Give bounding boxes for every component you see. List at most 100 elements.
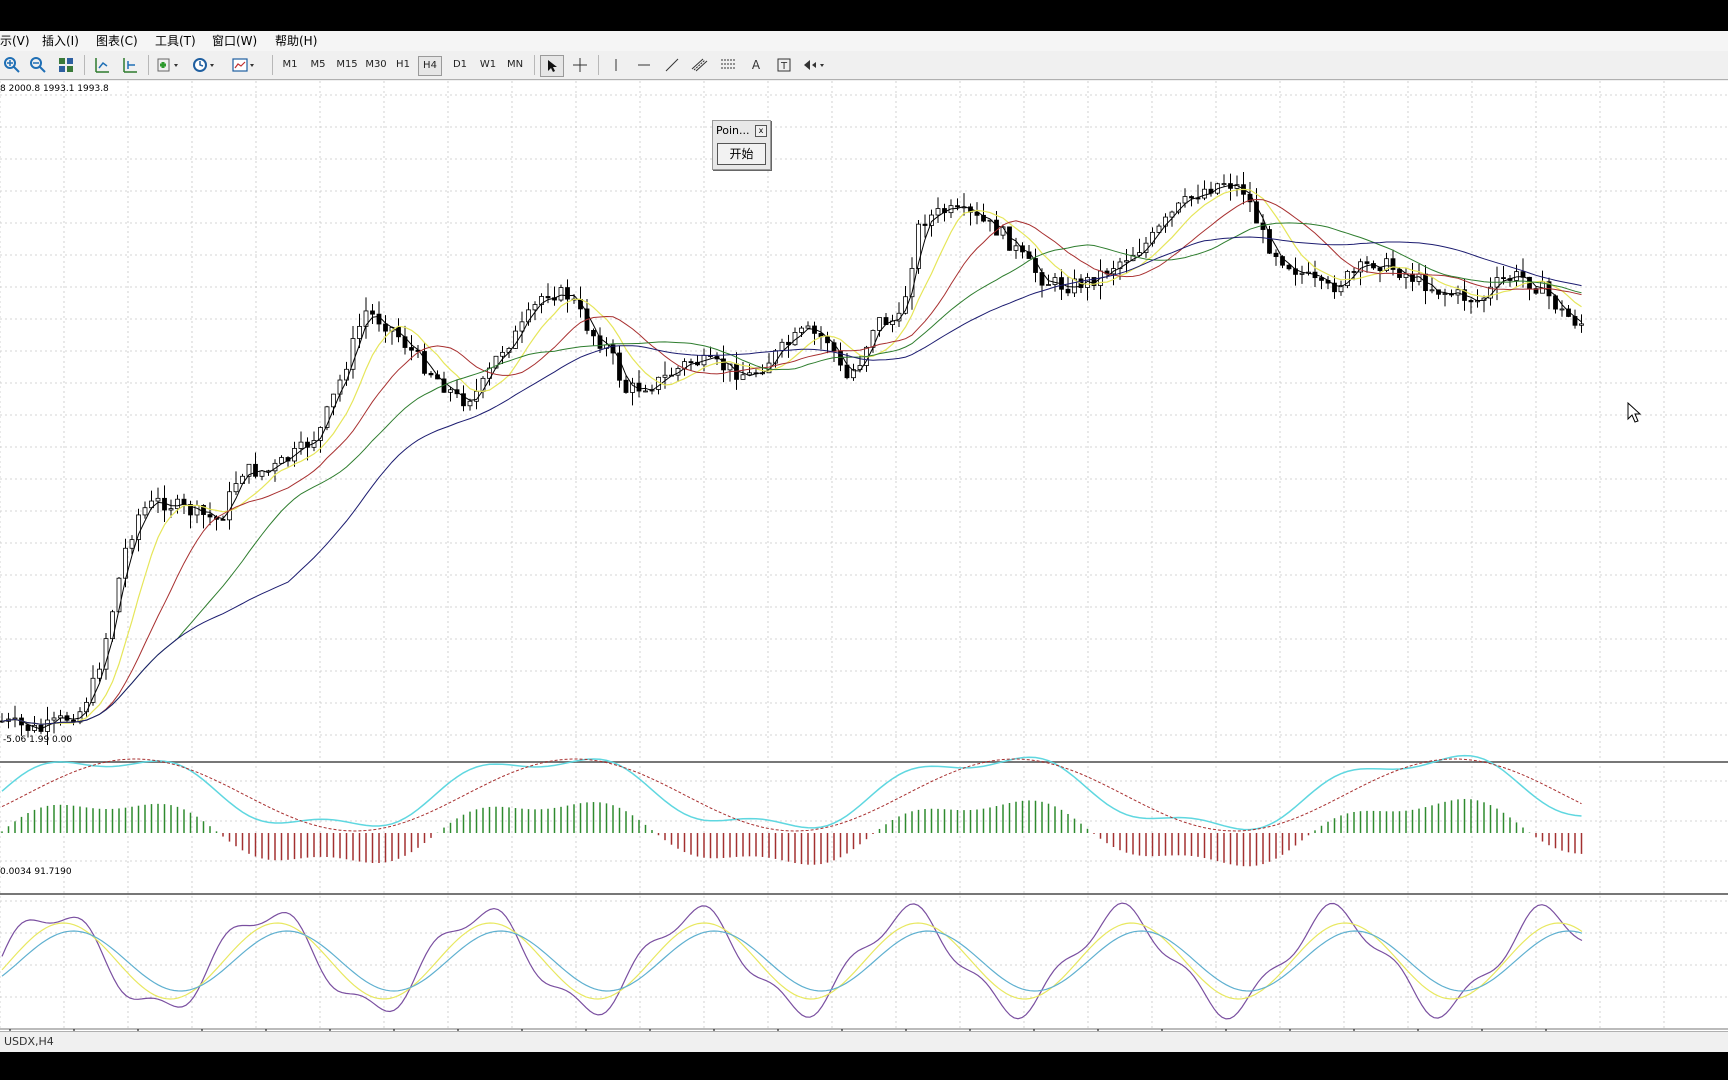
candle-body <box>500 351 505 357</box>
zoom-in-icon[interactable] <box>0 54 24 76</box>
candle-body <box>1013 245 1019 251</box>
trendline-icon[interactable] <box>660 54 684 76</box>
candle-body <box>1351 271 1357 273</box>
candle-body <box>12 717 18 720</box>
candle-body <box>779 341 785 352</box>
candle-body <box>357 325 362 339</box>
timeframe-h1[interactable]: H1 <box>393 56 413 74</box>
candle-body <box>350 338 356 370</box>
terminal-window: 示(V) 插入(I) 图表(C) 工具(T) 窗口(W) 帮助(H) M1 M5… <box>0 31 1728 1052</box>
candle-body <box>1221 183 1227 185</box>
fibonacci-icon[interactable] <box>716 54 740 76</box>
timeframe-w1[interactable]: W1 <box>477 56 499 74</box>
menu-insert[interactable]: 插入(I) <box>42 33 79 49</box>
close-icon[interactable]: x <box>755 125 767 137</box>
candle-body <box>591 329 596 337</box>
timeframe-d1[interactable]: D1 <box>449 56 471 74</box>
candle-body <box>844 364 850 379</box>
templates-icon[interactable] <box>230 54 260 76</box>
candle-body <box>298 441 304 449</box>
chart-shift-icon[interactable] <box>90 54 114 76</box>
timeframe-m5[interactable]: M5 <box>307 56 329 74</box>
ma-green-line <box>1 222 1582 725</box>
candle-body <box>526 309 531 323</box>
ma-navy-line <box>1 236 1582 725</box>
timeframe-h4[interactable]: H4 <box>418 56 442 76</box>
text-tool-icon[interactable]: A <box>744 54 768 76</box>
candle-body <box>155 497 161 502</box>
text-label-icon[interactable]: T <box>772 54 796 76</box>
candle-body <box>1468 300 1474 303</box>
toolbar-separator <box>534 55 535 75</box>
candle-body <box>994 219 999 236</box>
timeframe-m15[interactable]: M15 <box>334 56 360 74</box>
stochastic-main-line <box>1 902 1583 1020</box>
stochastic-slow-line <box>1 930 1583 992</box>
candle-body <box>259 470 265 477</box>
equidistant-channel-icon[interactable] <box>688 54 712 76</box>
toolbar-separator <box>84 55 85 75</box>
timeframe-mn[interactable]: MN <box>503 56 527 74</box>
candle-body <box>103 638 109 670</box>
candle-body <box>168 508 174 511</box>
candle-body <box>428 372 434 376</box>
candle-body <box>877 317 882 331</box>
stochastic-readout: 0.0034 91.7190 <box>0 867 72 877</box>
candle-body <box>623 379 629 393</box>
menu-view[interactable]: 示(V) <box>0 33 30 49</box>
candle-body <box>688 361 694 364</box>
candle-body <box>519 321 525 332</box>
zoom-out-icon[interactable] <box>26 54 50 76</box>
tile-windows-icon[interactable] <box>54 54 78 76</box>
timeframe-m1[interactable]: M1 <box>279 56 301 74</box>
indicators-icon[interactable] <box>154 54 184 76</box>
candle-body <box>194 505 200 516</box>
candle-body <box>376 313 382 325</box>
menu-charts[interactable]: 图表(C) <box>96 33 138 49</box>
candle-body <box>1429 289 1435 292</box>
candle-body <box>227 491 232 521</box>
candle-body <box>1267 229 1272 254</box>
candle-body <box>1286 264 1292 270</box>
candle-body <box>116 577 122 613</box>
candle-body <box>1052 277 1058 285</box>
candle-body <box>25 724 31 731</box>
vertical-line-icon[interactable] <box>604 54 628 76</box>
menu-tools[interactable]: 工具(T) <box>155 33 196 49</box>
candle-body <box>1442 293 1448 295</box>
ma-yellow-line <box>1 188 1582 726</box>
timeframe-m30[interactable]: M30 <box>362 56 390 74</box>
macd-signal-line <box>1 758 1582 832</box>
auto-scroll-icon[interactable] <box>118 54 142 76</box>
candle-body <box>90 677 96 703</box>
candle-body <box>922 223 928 226</box>
menu-window[interactable]: 窗口(W) <box>212 33 257 49</box>
crosshair-icon[interactable] <box>568 54 592 76</box>
svg-text:T: T <box>780 61 788 72</box>
candle-body <box>84 701 89 713</box>
chart-canvas[interactable]: 4:009 Mar 12:0010 Mar 20:0014 Mar 04:001… <box>0 81 1728 1031</box>
candle-body <box>1559 308 1565 311</box>
ohlc-readout: 8 2000.8 1993.1 1993.8 <box>0 84 109 94</box>
candle-body <box>1046 284 1051 286</box>
cursor-icon[interactable] <box>540 55 564 77</box>
candle-body <box>955 205 960 208</box>
candle-body <box>175 498 180 510</box>
candle-body <box>1260 222 1266 230</box>
candle-body <box>129 539 135 549</box>
candle-body <box>1501 277 1506 279</box>
chart-window[interactable]: 4:009 Mar 12:0010 Mar 20:0014 Mar 04:001… <box>0 81 1728 1031</box>
chart-tab-usdx-h4[interactable]: USDX,H4 <box>4 1035 54 1048</box>
candle-body <box>409 347 414 351</box>
horizontal-line-icon[interactable] <box>632 54 656 76</box>
periods-clock-icon[interactable] <box>190 54 220 76</box>
candle-body <box>1182 196 1188 204</box>
candle-body <box>558 287 564 301</box>
candle-body <box>636 382 642 392</box>
ma-fast-line <box>1 184 1582 730</box>
start-button[interactable]: 开始 <box>717 143 766 165</box>
candle-body <box>97 668 102 679</box>
menu-help[interactable]: 帮助(H) <box>275 33 317 49</box>
arrows-icon[interactable] <box>800 54 830 76</box>
toolbar-separator <box>272 55 273 75</box>
